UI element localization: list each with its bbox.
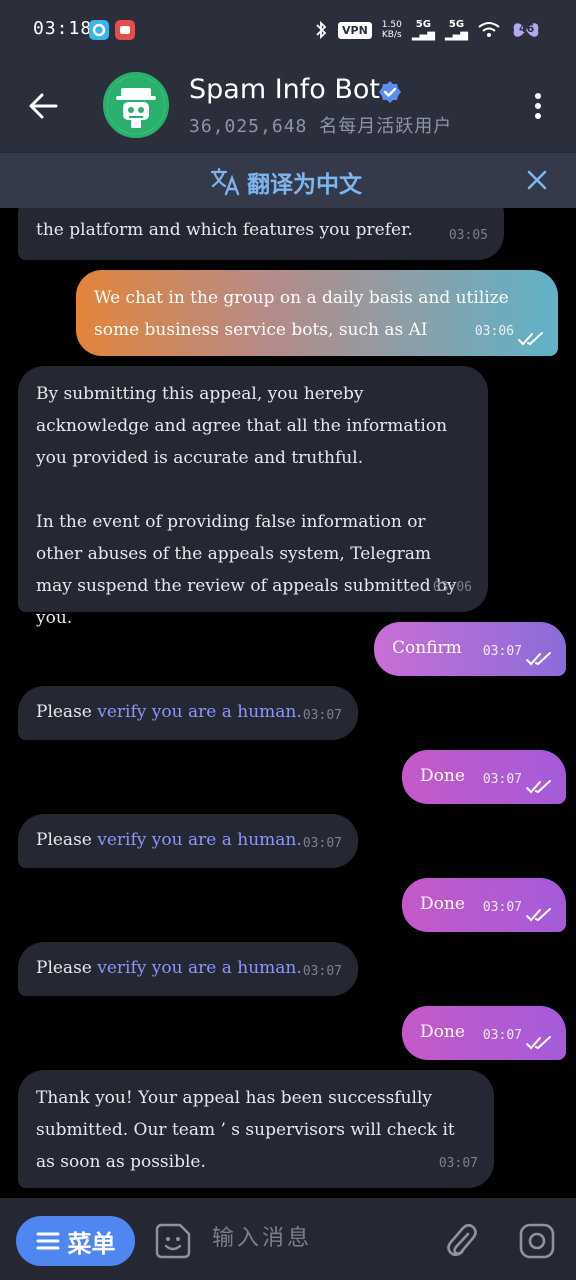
signal-5g-1: 5G ▂▄▆ — [411, 19, 435, 41]
translate-bar[interactable]: 翻译为中文 — [0, 152, 576, 208]
message-outgoing[interactable]: Done 03:07 — [402, 1006, 566, 1060]
message-text: Done — [420, 894, 465, 914]
message-text: Please — [36, 702, 92, 722]
double-check-icon — [526, 780, 551, 794]
double-check-icon — [518, 332, 543, 346]
message-time: 03:07 — [302, 708, 342, 723]
more-options-button[interactable] — [526, 88, 550, 124]
menu-lines-icon — [36, 1232, 59, 1250]
bot-menu-button[interactable]: 菜单 — [16, 1216, 135, 1266]
double-check-icon — [526, 1036, 551, 1050]
message-list[interactable]: the platform and which features you pref… — [0, 208, 576, 1198]
message-time: 03:07 — [482, 900, 522, 915]
back-button[interactable] — [26, 88, 62, 124]
message-outgoing[interactable]: Done 03:07 — [402, 750, 566, 804]
message-time: 03:07 — [302, 836, 342, 851]
chat-header: Spam Info Bot 36,025,648 名每月活跃用户 — [0, 60, 576, 152]
message-text: Please — [36, 958, 92, 978]
sticker-icon[interactable] — [154, 1222, 192, 1260]
status-indicators: VPN 1.50 KB/s 5G ▂▄▆ 5G ▂▄▆ 46 — [314, 16, 542, 44]
app-notification-icon — [115, 20, 135, 40]
translate-close-button[interactable] — [526, 169, 548, 191]
message-outgoing[interactable]: Confirm 03:07 — [374, 622, 566, 676]
message-time: 03:05 — [448, 228, 488, 243]
bluetooth-icon — [316, 20, 327, 40]
message-incoming[interactable]: the platform and which features you pref… — [18, 208, 504, 260]
chat-subtitle: 36,025,648 名每月活跃用户 — [189, 116, 453, 137]
chat-title: Spam Info Bot — [189, 74, 381, 105]
network-speed: 1.50 KB/s — [381, 20, 402, 40]
message-text: Thank you! Your appeal has been successf… — [36, 1088, 455, 1172]
status-time: 03:18 — [33, 18, 93, 39]
close-icon — [527, 170, 547, 190]
message-incoming[interactable]: Thank you! Your appeal has been successf… — [18, 1070, 494, 1188]
verify-human-link[interactable]: verify you are a human. — [97, 958, 302, 978]
message-text: Done — [420, 766, 465, 786]
camera-icon[interactable] — [518, 1222, 556, 1260]
back-arrow-icon — [29, 93, 58, 119]
more-vertical-icon — [535, 93, 541, 119]
message-outgoing[interactable]: We chat in the group on a daily basis an… — [76, 270, 558, 356]
signal-5g-2: 5G ▂▄▆ — [444, 19, 468, 41]
message-incoming[interactable]: Please verify you are a human. 03:07 — [18, 942, 358, 996]
message-time: 03:07 — [302, 964, 342, 979]
message-incoming[interactable]: Please verify you are a human. 03:07 — [18, 686, 358, 740]
message-time: 03:07 — [482, 644, 522, 659]
bot-avatar[interactable] — [103, 72, 169, 138]
message-text: Done — [420, 1022, 465, 1042]
message-incoming[interactable]: Please verify you are a human. 03:07 — [18, 814, 358, 868]
app-notification-icon — [89, 20, 109, 40]
message-text: the platform and which features you pref… — [36, 220, 413, 240]
message-time: 03:06 — [474, 324, 514, 339]
message-text: Confirm — [392, 638, 462, 658]
double-check-icon — [526, 908, 551, 922]
verified-badge-icon — [379, 81, 401, 103]
message-time: 03:07 — [482, 1028, 522, 1043]
message-time: 03:07 — [438, 1156, 478, 1171]
double-check-icon — [526, 652, 551, 666]
message-input[interactable]: 输入消息 — [212, 1220, 422, 1258]
battery-icon: 46 — [510, 18, 542, 42]
translate-icon — [210, 167, 240, 196]
message-text: Please — [36, 830, 92, 850]
bot-avatar-icon — [107, 76, 165, 134]
verify-human-link[interactable]: verify you are a human. — [97, 830, 302, 850]
message-paragraph: By submitting this appeal, you hereby ac… — [36, 384, 448, 468]
message-paragraph: In the event of providing false informat… — [36, 512, 457, 628]
message-time: 03:06 — [432, 580, 472, 595]
bot-menu-label: 菜单 — [67, 1229, 116, 1258]
composer-bar: 菜单 输入消息 — [0, 1198, 576, 1280]
verify-human-link[interactable]: verify you are a human. — [97, 702, 302, 722]
battery-level: 46 — [519, 22, 535, 35]
attach-icon[interactable] — [444, 1220, 478, 1260]
wifi-icon — [478, 22, 500, 37]
message-time: 03:07 — [482, 772, 522, 787]
translate-label[interactable]: 翻译为中文 — [247, 165, 362, 199]
status-bar: 03:18 VPN 1.50 KB/s 5G ▂▄▆ 5G ▂▄▆ 46 — [0, 0, 576, 60]
message-incoming[interactable]: By submitting this appeal, you hereby ac… — [18, 366, 488, 628]
message-outgoing[interactable]: Done 03:07 — [402, 878, 566, 932]
message-text: We chat in the group on a daily basis an… — [94, 288, 509, 340]
vpn-badge: VPN — [338, 21, 372, 39]
